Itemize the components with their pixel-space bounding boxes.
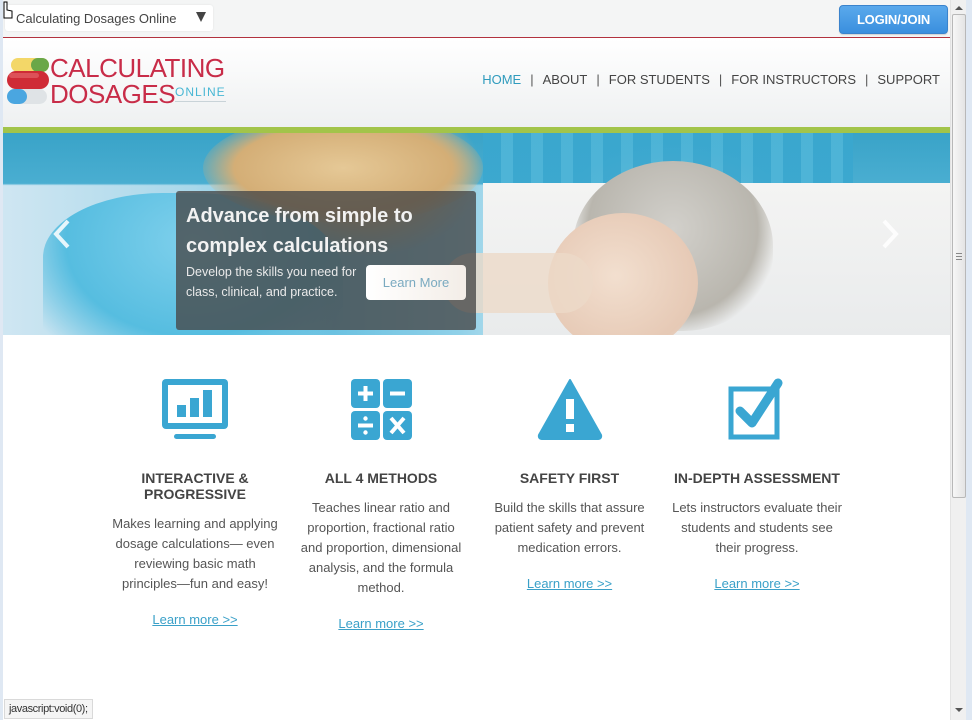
feature-description: Teaches linear ratio and proportion, fra… (300, 500, 462, 595)
nav-separator: | (596, 72, 600, 87)
nav-about[interactable]: ABOUT (543, 72, 588, 87)
grip-icon (956, 253, 962, 260)
feature-card: IN-DEPTH ASSESSMENT Lets instructors eva… (671, 377, 843, 593)
feature-title: SAFETY FIRST (519, 470, 620, 486)
chevron-left-icon[interactable] (51, 218, 73, 250)
chevron-right-icon[interactable] (879, 218, 901, 250)
top-bar: Calculating Dosages Online LOGIN/JOIN (3, 0, 950, 38)
nav-home[interactable]: HOME (482, 72, 521, 87)
browser-page: Calculating Dosages Online LOGIN/JOIN CA… (3, 0, 950, 720)
scrollbar-thumb[interactable] (952, 14, 966, 498)
features-section: INTERACTIVE & PROGRESSIVE Makes learning… (3, 335, 950, 720)
chevron-down-icon (196, 12, 206, 22)
scroll-up-arrow-icon[interactable] (955, 6, 963, 10)
feature-title: INTERACTIVE & PROGRESSIVE (141, 470, 249, 502)
feature-card: INTERACTIVE & PROGRESSIVE Makes learning… (110, 377, 280, 629)
math-operators-icon (351, 379, 412, 440)
feature-description: Lets instructors evaluate their students… (672, 500, 842, 555)
feature-learn-more-link[interactable]: Learn more >> (338, 616, 423, 631)
hero-caption-body: Develop the skills you need for class, c… (186, 265, 357, 299)
feature-learn-more-link[interactable]: Learn more >> (152, 612, 237, 627)
scroll-down-arrow-icon[interactable] (955, 708, 963, 712)
checkbox-checked-icon (728, 378, 783, 440)
main-nav: HOME | ABOUT | FOR STUDENTS | FOR INSTRU… (482, 72, 940, 87)
hero-carousel: Advance from simple to complex calculati… (3, 133, 950, 335)
nav-separator: | (865, 72, 869, 87)
logo-text-online: ONLINE (175, 85, 226, 102)
nav-support[interactable]: SUPPORT (877, 72, 940, 87)
feature-learn-more-link[interactable]: Learn more >> (714, 576, 799, 591)
hand-cursor-icon (3, 1, 13, 19)
feature-card: ALL 4 METHODS Teaches linear ratio and p… (300, 377, 462, 633)
site-select-dropdown[interactable]: Calculating Dosages Online (5, 5, 213, 31)
feature-description: Build the skills that assure patient saf… (494, 500, 645, 555)
nav-separator: | (718, 72, 723, 87)
logo-text-dosages: DOSAGES (50, 79, 176, 109)
nav-for-instructors[interactable]: FOR INSTRUCTORS (731, 72, 856, 87)
feature-title: IN-DEPTH ASSESSMENT (674, 470, 840, 486)
feature-description: Makes learning and applying dosage calcu… (112, 516, 278, 591)
warning-triangle-icon (537, 379, 602, 440)
feature-card: SAFETY FIRST Build the skills that assur… (487, 377, 652, 593)
feature-learn-more-link[interactable]: Learn more >> (527, 576, 612, 591)
browser-status-bar: javascript:void(0); (4, 699, 93, 719)
feature-title: ALL 4 METHODS (324, 470, 438, 486)
hero-caption-title: Advance from simple to complex calculati… (186, 205, 413, 257)
site-header: CALCULATING DOSAGES ONLINE HOME | ABOUT … (3, 39, 950, 127)
vertical-scrollbar[interactable] (950, 0, 966, 720)
login-join-button[interactable]: LOGIN/JOIN (839, 5, 948, 34)
hero-caption: Advance from simple to complex calculati… (176, 191, 476, 330)
hero-learn-more-button[interactable]: Learn More (366, 265, 466, 300)
nav-separator: | (530, 72, 534, 87)
pills-logo-icon (7, 58, 49, 104)
site-select-value: Calculating Dosages Online (16, 10, 177, 26)
nav-for-students[interactable]: FOR STUDENTS (609, 72, 710, 87)
logo-text-calculating: CALCULATING (50, 53, 225, 83)
site-logo[interactable]: CALCULATING DOSAGES ONLINE (3, 54, 233, 112)
monitor-chart-icon (162, 379, 228, 439)
